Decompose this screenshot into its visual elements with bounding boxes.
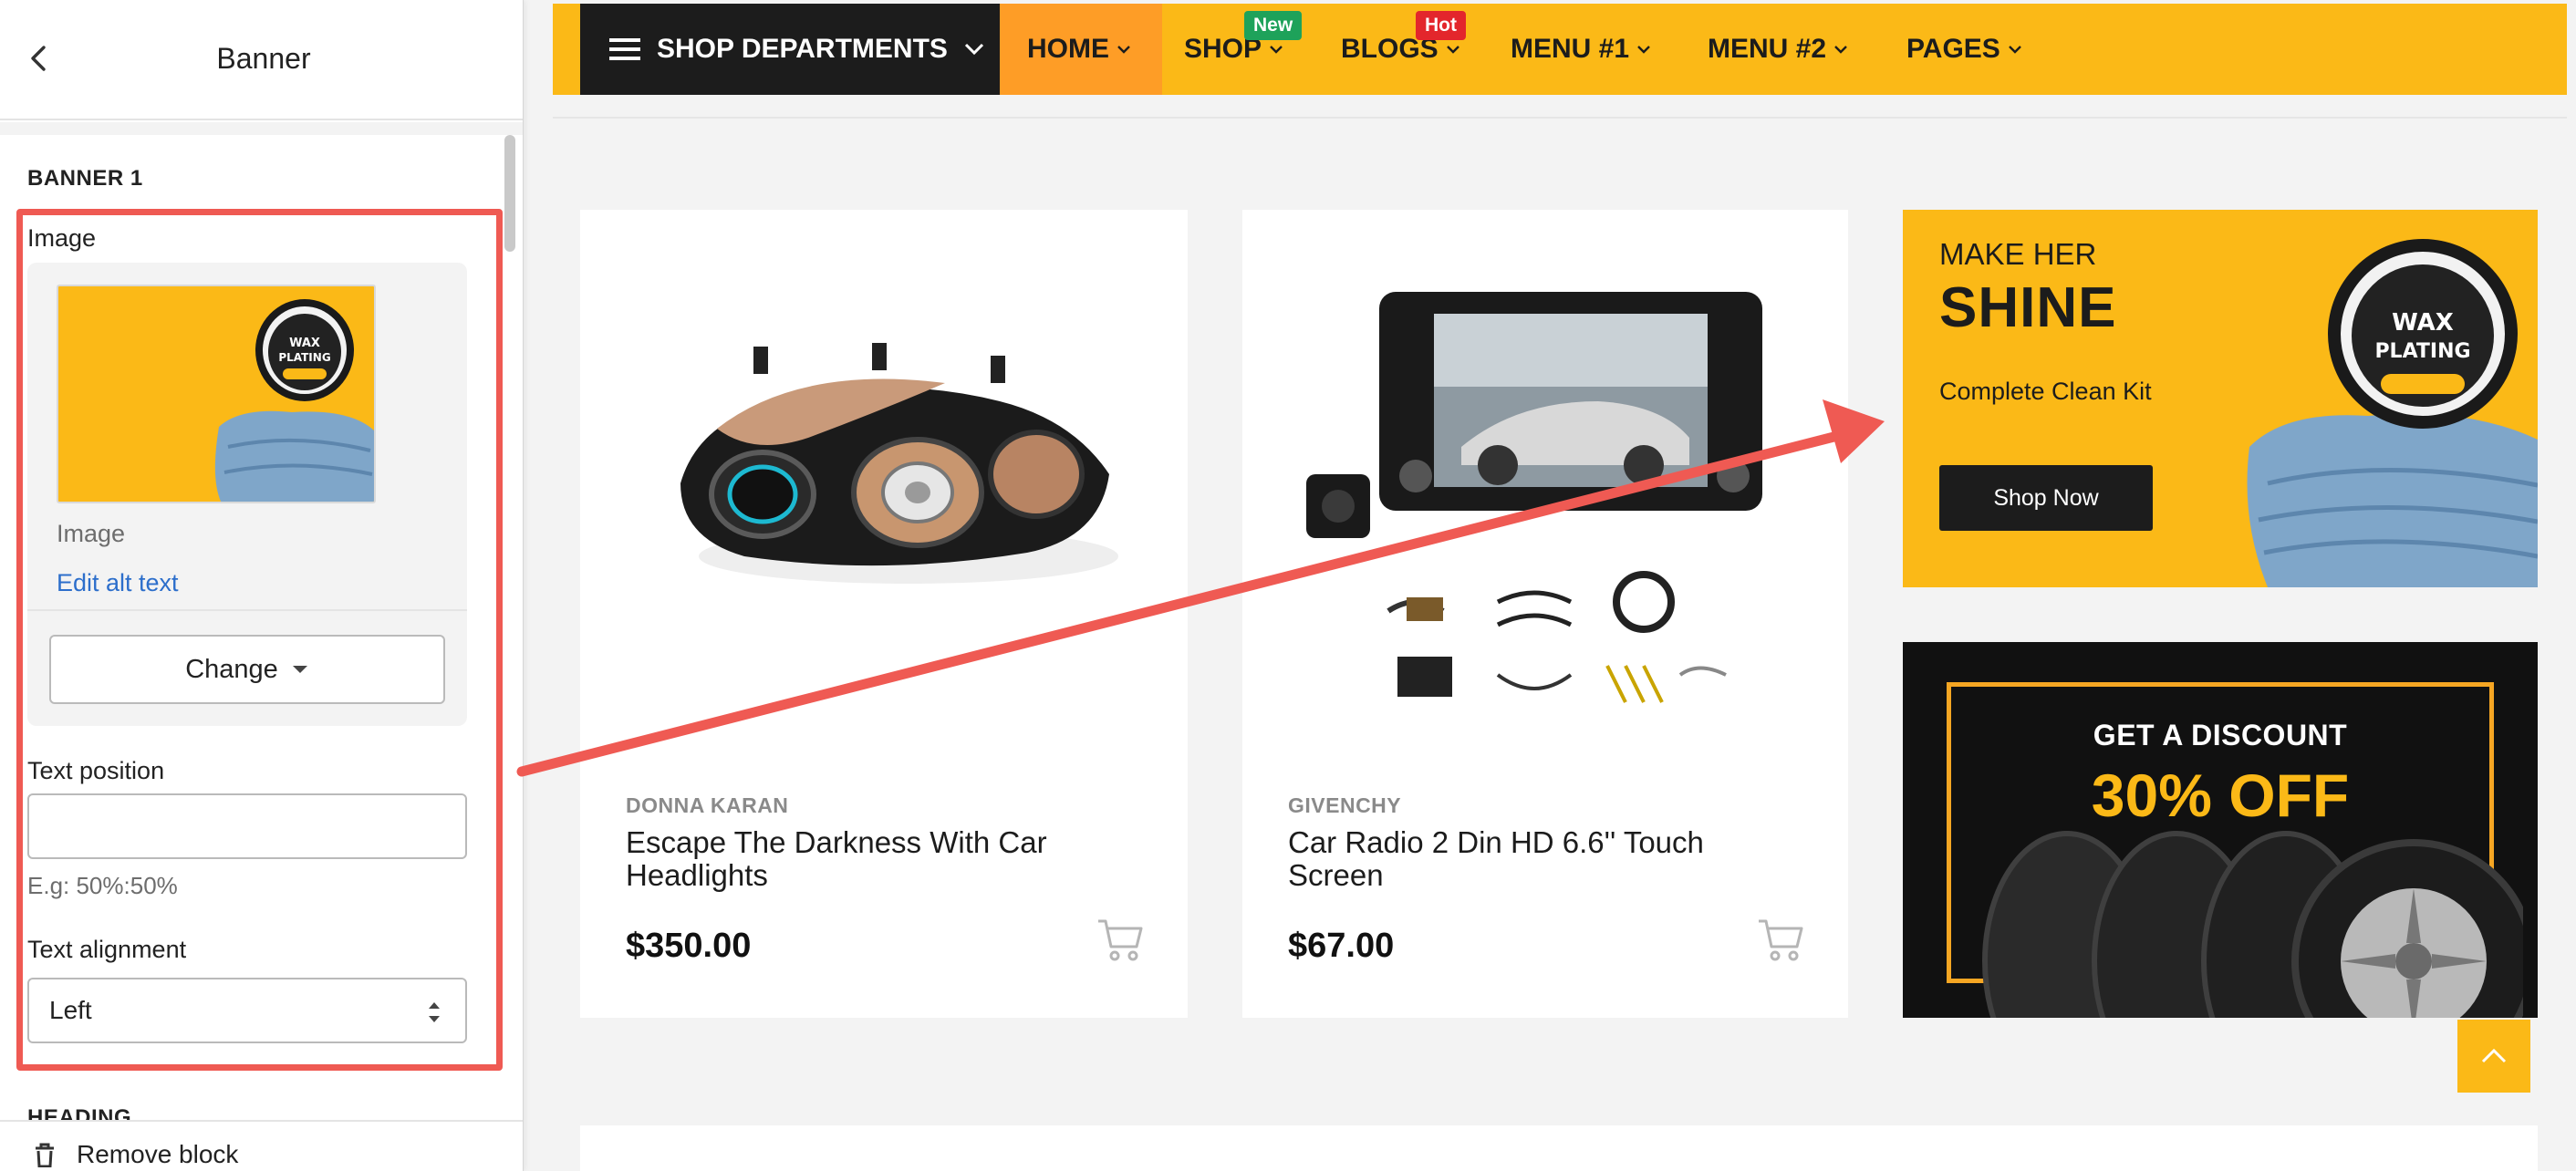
chevron-down-icon	[964, 43, 983, 56]
promo-headline: SHINE	[1939, 276, 2117, 339]
panel-body: BANNER 1 Image WAX PLATING Image Edit al…	[0, 135, 523, 1120]
select-arrows-icon	[429, 1002, 440, 1022]
thumbnail-tin-text-1: WAX	[289, 337, 320, 350]
change-image-button[interactable]: Change	[49, 635, 445, 704]
promo-offer: 30% OFF	[2091, 762, 2350, 829]
banner-tin-text-2: PLATING	[2374, 340, 2470, 363]
chevron-down-icon	[2008, 46, 2021, 54]
nav-pages[interactable]: PAGES	[1906, 4, 2022, 95]
wax-kit-thumbnail-art: WAX PLATING	[214, 299, 374, 502]
text-position-hint: E.g: 50%:50%	[27, 872, 178, 899]
nav-menu-2[interactable]: MENU #2	[1708, 4, 1848, 95]
edit-alt-text-link[interactable]: Edit alt text	[57, 569, 179, 597]
nav-pages-label: PAGES	[1906, 34, 2000, 64]
promo-subtitle: Complete Clean Kit	[1939, 378, 2152, 405]
tires-banner-art	[1982, 831, 2523, 1018]
promo-eyebrow: MAKE HER	[1939, 237, 2097, 271]
product-title[interactable]: Car Radio 2 Din HD 6.6'' Touch Screen	[1288, 826, 1781, 892]
chevron-down-icon	[1637, 46, 1650, 54]
car-radio-product-image	[1306, 292, 1762, 703]
panel-scrollbar-track	[502, 135, 520, 1120]
back-to-top-button[interactable]	[2457, 1020, 2530, 1093]
panel-footer: Remove block	[0, 1120, 523, 1171]
product-card[interactable]: GIVENCHY Car Radio 2 Din HD 6.6'' Touch …	[1242, 210, 1848, 1018]
shop-departments-button[interactable]: SHOP DEPARTMENTS	[580, 4, 1000, 95]
header-separator	[553, 117, 2567, 119]
departments-label: SHOP DEPARTMENTS	[657, 34, 948, 64]
wax-kit-banner-art: WAX PLATING	[2247, 239, 2538, 587]
product-card[interactable]: DONNA KARAN Escape The Darkness With Car…	[580, 210, 1188, 1018]
nav-home-label: HOME	[1027, 34, 1109, 64]
next-section-preview	[580, 1125, 2538, 1171]
headlight-product-image	[680, 343, 1118, 584]
text-alignment-select[interactable]: Left	[27, 978, 467, 1043]
main-navigation: SHOP DEPARTMENTS HOME SHOP New BLOGS Hot…	[553, 4, 2567, 95]
chevron-down-icon	[1834, 46, 1847, 54]
product-brand: GIVENCHY	[1288, 793, 1402, 817]
remove-block-button[interactable]: Remove block	[33, 1140, 238, 1169]
hamburger-icon	[609, 38, 640, 60]
chevron-down-icon	[1270, 46, 1283, 54]
image-caption: Image	[57, 520, 126, 547]
text-position-input[interactable]	[27, 793, 467, 859]
banner-tin-text-1: WAX	[2392, 309, 2454, 337]
chevron-down-icon	[1117, 46, 1130, 54]
product-brand: DONNA KARAN	[626, 793, 789, 817]
promo-banner-tires[interactable]: GET A DISCOUNT 30% OFF	[1903, 642, 2538, 1018]
badge-hot: Hot	[1416, 11, 1466, 40]
nav-menu-1[interactable]: MENU #1	[1511, 4, 1651, 95]
chevron-down-icon	[1446, 46, 1459, 54]
text-position-label: Text position	[27, 757, 165, 784]
badge-new: New	[1244, 11, 1303, 40]
thumbnail-tin-text-2: PLATING	[278, 351, 330, 364]
add-to-cart-icon[interactable]	[1757, 916, 1804, 963]
product-price: $350.00	[626, 927, 752, 965]
next-section-title: HEADING	[27, 1105, 132, 1120]
trash-icon	[36, 1143, 54, 1167]
image-thumbnail[interactable]: WAX PLATING	[57, 285, 376, 503]
editor-panel: Banner BANNER 1 Image WAX PLATING Image …	[0, 0, 524, 1171]
nav-menu-1-label: MENU #1	[1511, 34, 1630, 64]
nav-home[interactable]: HOME	[1000, 4, 1162, 95]
panel-title: Banner	[216, 42, 311, 75]
chevron-up-icon	[2481, 1048, 2507, 1063]
promo-banner-wax[interactable]: WAX PLATING MAKE HER SHINE Complete Clea…	[1903, 210, 2538, 587]
product-price: $67.00	[1288, 927, 1395, 965]
caret-down-icon	[292, 666, 307, 673]
image-picker-card: WAX PLATING Image Edit alt text Change	[27, 263, 467, 726]
text-alignment-label: Text alignment	[27, 936, 187, 963]
promo-kicker: GET A DISCOUNT	[2093, 719, 2348, 751]
change-button-label: Change	[185, 654, 278, 684]
storefront-preview: SHOP DEPARTMENTS HOME SHOP New BLOGS Hot…	[553, 0, 2576, 1171]
image-label: Image	[27, 224, 97, 252]
add-to-cart-icon[interactable]	[1096, 916, 1144, 963]
panel-header: Banner	[0, 0, 523, 120]
section-title: BANNER 1	[27, 166, 143, 191]
product-title[interactable]: Escape The Darkness With Car Headlights	[626, 826, 1118, 892]
shop-now-button[interactable]: Shop Now	[1939, 465, 2153, 531]
card-divider	[27, 609, 467, 611]
panel-gap	[0, 122, 523, 135]
panel-scrollbar-thumb[interactable]	[504, 135, 515, 252]
remove-block-label: Remove block	[77, 1140, 239, 1168]
text-alignment-value: Left	[49, 996, 92, 1024]
nav-menu-2-label: MENU #2	[1708, 34, 1827, 64]
